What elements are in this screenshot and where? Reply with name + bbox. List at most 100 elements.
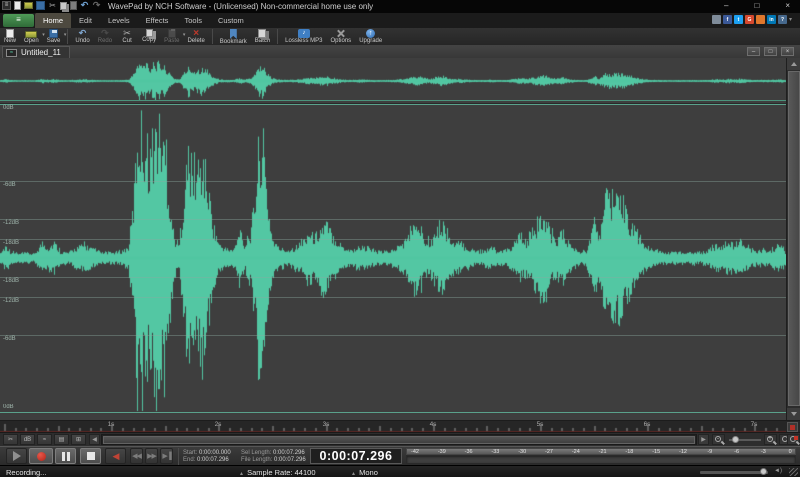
status-bar: Recording... ▴ Sample Rate: 44100 ▴ Mono… <box>0 465 800 477</box>
resize-grip[interactable] <box>789 468 798 476</box>
redo-icon[interactable]: ↷ <box>92 1 101 10</box>
zoom-slider[interactable] <box>729 434 761 445</box>
go-to-start-button[interactable]: ◀ <box>105 448 126 464</box>
channels-status[interactable]: ▴ Mono <box>352 468 378 477</box>
go-to-end-button[interactable]: ▶▐ <box>160 448 173 464</box>
file-length: File Length: 0:00:07.296 <box>241 457 306 463</box>
googleplus-icon[interactable]: G <box>745 15 754 24</box>
save-disk-icon[interactable] <box>36 1 45 10</box>
volume-slider-knob[interactable] <box>760 468 767 475</box>
chevron-down-icon[interactable]: ▾ <box>64 32 67 38</box>
facebook-icon[interactable]: f <box>723 15 732 24</box>
tab-home[interactable]: Home <box>35 13 71 28</box>
scrub-tool-button[interactable]: dB <box>20 434 35 445</box>
doc-restore-button[interactable]: □ <box>764 47 777 56</box>
minimize-button[interactable]: – <box>724 1 728 11</box>
open-button[interactable]: Open ▾ <box>20 28 43 45</box>
share-icon[interactable] <box>756 15 765 24</box>
transport-bar: ◀ ◀◀ ▶▶ ▶▐ Start: 0:00:00.000 End: 0:00:… <box>0 446 800 465</box>
end-time: End: 0:00:07.296 <box>183 457 229 463</box>
sample-rate-status[interactable]: ▴ Sample Rate: 44100 <box>240 468 316 477</box>
timeline-ruler[interactable]: 1s2s3s4s5s6s7s <box>0 420 800 432</box>
ruler-time-label: 6s <box>639 421 655 428</box>
tab-edit[interactable]: Edit <box>71 13 100 28</box>
batch-button[interactable]: Batch <box>251 28 274 45</box>
new-button[interactable]: New <box>0 28 20 45</box>
zoom-full-button[interactable] <box>787 434 800 445</box>
linkedin-icon[interactable]: in <box>767 15 776 24</box>
rewind-button[interactable]: ◀◀ <box>130 448 143 464</box>
volume-slider[interactable] <box>700 471 768 474</box>
new-file-icon[interactable] <box>14 1 21 10</box>
twitter-icon[interactable]: t <box>734 15 743 24</box>
lossless-mp3-button[interactable]: ♪ Lossless MP3 <box>281 28 326 45</box>
cut-scissors-icon[interactable]: ✂ <box>48 1 57 10</box>
tab-effects[interactable]: Effects <box>138 13 177 28</box>
tab-tools[interactable]: Tools <box>176 13 210 28</box>
envelope-tool-button[interactable]: ≈ <box>37 434 52 445</box>
stop-button[interactable] <box>80 448 101 464</box>
play-icon <box>13 451 21 461</box>
play-button[interactable] <box>6 448 27 464</box>
redo-button[interactable]: ↷ Redo <box>94 28 116 45</box>
level-meter-bar <box>406 455 796 464</box>
upgrade-button[interactable]: ↑ Upgrade <box>355 28 386 45</box>
menu-icon[interactable]: ≡ <box>2 1 11 10</box>
main-menu-button[interactable]: ≡ <box>3 14 34 27</box>
main-waveform-area[interactable]: 0dB0dB-6dB-6dB-12dB-12dB-18dB-18dB <box>0 104 786 420</box>
fast-forward-button[interactable]: ▶▶ <box>145 448 158 464</box>
chevron-down-icon[interactable]: ▾ <box>789 16 792 23</box>
main-waveform-canvas[interactable] <box>0 104 786 420</box>
doc-close-button[interactable]: × <box>781 47 794 56</box>
zoom-slider-knob[interactable] <box>732 436 739 443</box>
vertical-scrollbar[interactable] <box>786 58 800 420</box>
overview-waveform-canvas[interactable] <box>0 58 786 100</box>
paste-clipboard-icon <box>168 29 176 38</box>
upgrade-arrow-icon: ↑ <box>366 29 375 38</box>
save-button[interactable]: Save ▾ <box>43 28 65 45</box>
speaker-icon[interactable]: ◄) <box>774 468 782 474</box>
zoom-out-button[interactable]: - <box>712 434 725 445</box>
scroll-right-arrow-icon[interactable]: ▶ <box>698 434 709 445</box>
like-icon[interactable] <box>712 15 721 24</box>
horizontal-scrollbar[interactable] <box>101 434 697 445</box>
split-view-button[interactable]: ⊞ <box>71 434 86 445</box>
undo-button[interactable]: ↶ Undo <box>71 28 93 45</box>
cursor-marker-flag[interactable] <box>787 422 798 432</box>
overview-waveform-strip[interactable] <box>0 58 786 104</box>
record-button[interactable] <box>29 448 53 464</box>
document-tab[interactable]: ≈ Untitled_11 <box>2 46 70 58</box>
view-mode-button[interactable]: ▤ <box>54 434 69 445</box>
tab-custom[interactable]: Custom <box>210 13 252 28</box>
pause-button[interactable] <box>55 448 76 464</box>
zoom-in-button[interactable]: + <box>764 434 777 445</box>
tab-levels[interactable]: Levels <box>100 13 138 28</box>
copy-button[interactable]: Copy <box>138 28 160 45</box>
cut-button[interactable]: ✂ Cut <box>116 28 138 45</box>
maximize-button[interactable]: □ <box>754 1 759 11</box>
paste-button[interactable]: Paste ▾ <box>160 28 183 45</box>
open-folder-icon[interactable] <box>24 2 33 9</box>
edit-cursor-tool-button[interactable]: ✂ <box>3 434 18 445</box>
vertical-scrollbar-thumb[interactable] <box>788 71 800 406</box>
tools-cross-icon <box>336 29 346 38</box>
ruler-time-label: 2s <box>210 421 226 428</box>
ruler-time-label: 4s <box>425 421 441 428</box>
paste-icon[interactable] <box>70 1 77 10</box>
options-button[interactable]: Options <box>327 28 356 45</box>
copy-icon <box>146 29 153 37</box>
help-icon[interactable]: ? <box>778 15 787 24</box>
doc-minimize-button[interactable]: – <box>747 47 760 56</box>
close-button[interactable]: × <box>785 1 790 11</box>
scroll-down-arrow-icon[interactable] <box>787 408 800 420</box>
horizontal-scrollbar-thumb[interactable] <box>103 436 695 444</box>
delete-button[interactable]: × Delete <box>183 28 208 45</box>
scroll-left-arrow-icon[interactable]: ◀ <box>89 434 100 445</box>
save-disk-icon <box>49 29 58 38</box>
bookmark-button[interactable]: Bookmark <box>216 28 251 45</box>
undo-icon[interactable]: ↶ <box>80 1 89 10</box>
document-tab-bar: ≈ Untitled_11 – □ × <box>0 45 800 58</box>
jump-start-icon: ◀ <box>113 451 119 462</box>
copy-icon[interactable] <box>60 2 67 10</box>
scroll-up-arrow-icon[interactable] <box>787 58 800 70</box>
